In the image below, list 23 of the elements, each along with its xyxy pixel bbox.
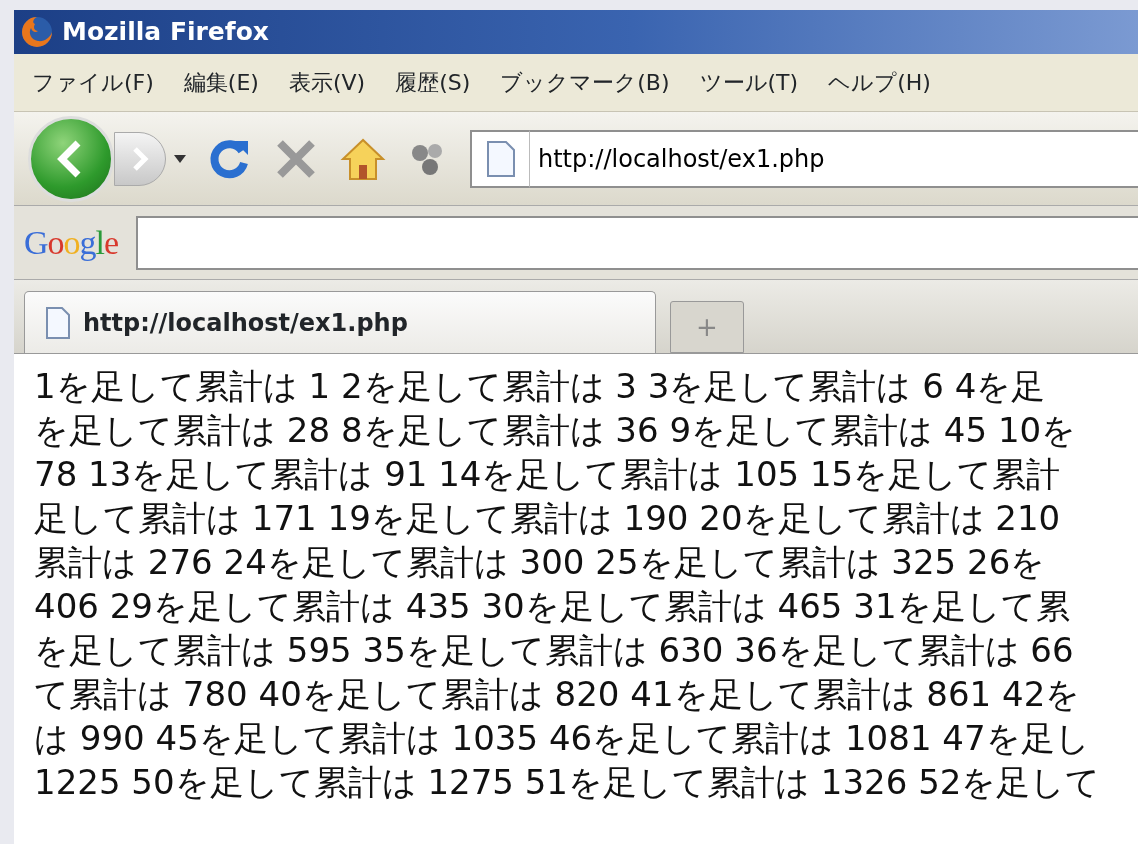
dropdown-caret-icon[interactable] xyxy=(174,154,186,163)
menu-item[interactable]: 編集(E) xyxy=(183,66,259,99)
menu-item[interactable]: ブックマーク(B) xyxy=(500,66,670,99)
window-title: Mozilla Firefox xyxy=(62,16,269,49)
browser-tab[interactable]: http://localhost/ex1.php xyxy=(24,291,656,353)
menu-item[interactable]: ヘルプ(H) xyxy=(828,66,931,99)
home-icon[interactable] xyxy=(340,136,386,181)
address-field[interactable]: http://localhost/ex1.php xyxy=(530,129,1138,188)
back-button[interactable] xyxy=(28,115,114,202)
page-icon xyxy=(485,139,516,178)
menu-item[interactable]: 履歴(S) xyxy=(395,66,471,99)
right-chevron-icon xyxy=(131,146,149,171)
menu-item[interactable]: ツール(T) xyxy=(699,66,799,99)
tab-title: http://localhost/ex1.php xyxy=(83,307,408,339)
search-field[interactable] xyxy=(136,215,1138,270)
firefox-logo-icon xyxy=(20,15,54,49)
menu-item[interactable]: 表示(V) xyxy=(288,66,366,99)
site-identity-button[interactable] xyxy=(470,129,530,188)
page-icon xyxy=(45,305,71,340)
forward-button[interactable] xyxy=(114,131,166,186)
menu-item[interactable]: ファイル(F) xyxy=(32,66,154,99)
google-logo: Google xyxy=(24,223,119,263)
page-text: 1を足して累計は 1 2を足して累計は 3 3を足して累計は 6 4を足 を足して累計は 28 8を足して累計は 36 9を足して累計は 45 10を 78 13を足して累計は 91 14を足して累計は 105 15を足して累計 足して累計は 171 19を足して累計は 190 20を足して累計は 210 累計は 276 24を足して累計は 300 25を足して累計は 325 26を 406 29を足して累計は 435 30を足して累計は 465 31を足して累 を足して累計は 595 35を足して累計は 630 36を足して累計は 66 て累計は 780 40を足して累計は 820 41を足して累計は 861 42を は 990 45を足して累計は 1035 46を足して累計は 1081 47を足し 1225 50を足して累計は 1275 51を足して累計は 1326 52を足して xyxy=(14,354,1138,844)
